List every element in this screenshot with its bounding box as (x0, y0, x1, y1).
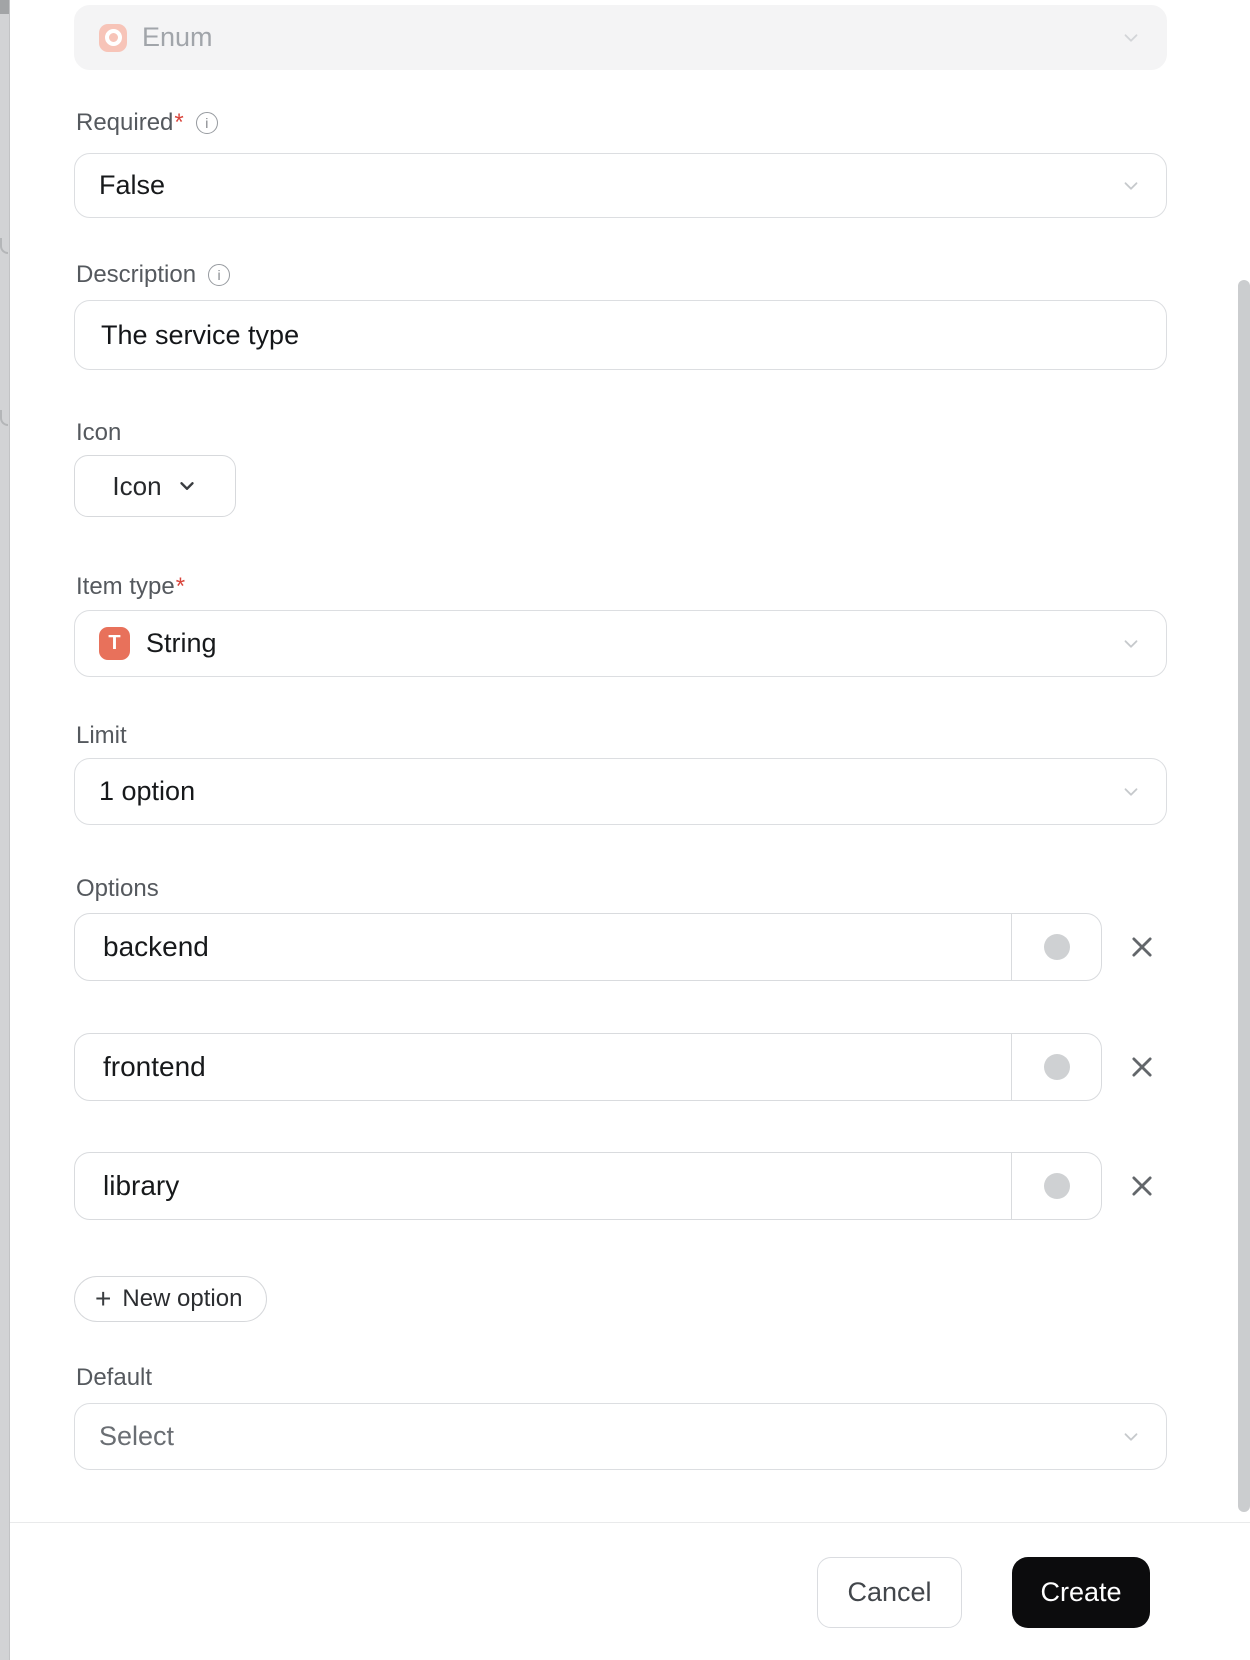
option-input[interactable] (75, 914, 1011, 980)
options-label-row: Options (76, 876, 159, 902)
description-label: Description (76, 261, 197, 288)
color-dot-icon (1043, 1173, 1070, 1199)
vertical-scrollbar[interactable] (1238, 280, 1250, 1512)
string-type-icon: T (99, 627, 130, 660)
icon-label-row: Icon (76, 420, 121, 446)
color-dot-icon (1043, 1054, 1070, 1080)
description-input[interactable] (74, 300, 1167, 370)
item-type-label: Item type (76, 573, 175, 600)
info-icon[interactable]: i (208, 264, 231, 286)
default-label-row: Default (76, 1365, 152, 1391)
color-dot-icon (1043, 934, 1070, 960)
chevron-down-icon (1124, 1432, 1138, 1441)
item-type-value: String (146, 628, 217, 658)
option-input[interactable] (75, 1153, 1011, 1219)
icon-label: Icon (76, 419, 122, 446)
limit-label-row: Limit (76, 723, 127, 749)
item-type-select[interactable]: T String (74, 610, 1167, 677)
new-option-button[interactable]: + New option (74, 1276, 268, 1322)
item-type-label-row: Item type* (76, 574, 185, 600)
remove-option-button[interactable] (1128, 1172, 1156, 1200)
remove-option-button[interactable] (1128, 1053, 1156, 1081)
option-row (74, 913, 1102, 981)
description-label-row: Description i (76, 261, 231, 288)
page-edge-corner (0, 0, 9, 14)
options-label: Options (76, 875, 159, 902)
required-asterisk: * (174, 109, 184, 136)
chevron-down-icon (1124, 639, 1138, 648)
item-type-asterisk: * (175, 573, 186, 600)
limit-select[interactable]: 1 option (74, 758, 1167, 825)
x-icon (1132, 1176, 1152, 1196)
cancel-button[interactable]: Cancel (817, 1557, 962, 1628)
chevron-down-icon (1124, 181, 1138, 190)
icon-picker-label: Icon (112, 470, 162, 501)
remove-option-button[interactable] (1128, 933, 1156, 961)
default-placeholder: Select (99, 1421, 175, 1451)
chevron-down-icon (1124, 33, 1138, 42)
chevron-down-icon (179, 482, 194, 490)
limit-label: Limit (76, 722, 127, 749)
default-select[interactable]: Select (74, 1403, 1167, 1470)
info-icon[interactable]: i (195, 112, 218, 134)
x-icon (1132, 1057, 1152, 1077)
create-button[interactable]: Create (1012, 1557, 1150, 1628)
new-option-label: New option (122, 1285, 243, 1312)
option-input[interactable] (75, 1034, 1011, 1100)
enum-type-icon (99, 23, 127, 52)
option-color-picker[interactable] (1011, 914, 1101, 980)
default-label: Default (76, 1364, 153, 1391)
x-icon (1132, 937, 1152, 957)
required-value: False (99, 170, 166, 200)
option-row (74, 1033, 1102, 1101)
required-select[interactable]: False (74, 153, 1167, 218)
icon-picker-button[interactable]: Icon (74, 455, 236, 517)
required-label: Required (76, 109, 174, 136)
plus-icon: + (95, 1283, 112, 1314)
footer-divider (10, 1522, 1250, 1523)
field-type-value: Enum (142, 22, 213, 52)
field-type-select[interactable]: Enum (74, 5, 1167, 70)
option-row (74, 1152, 1102, 1220)
option-color-picker[interactable] (1011, 1034, 1101, 1100)
limit-value: 1 option (99, 776, 196, 806)
required-label-row: Required* i (76, 110, 218, 136)
create-field-dialog: Enum Required* i False Description i Ico… (0, 0, 1250, 1660)
chevron-down-icon (1124, 787, 1138, 796)
option-color-picker[interactable] (1011, 1153, 1101, 1219)
